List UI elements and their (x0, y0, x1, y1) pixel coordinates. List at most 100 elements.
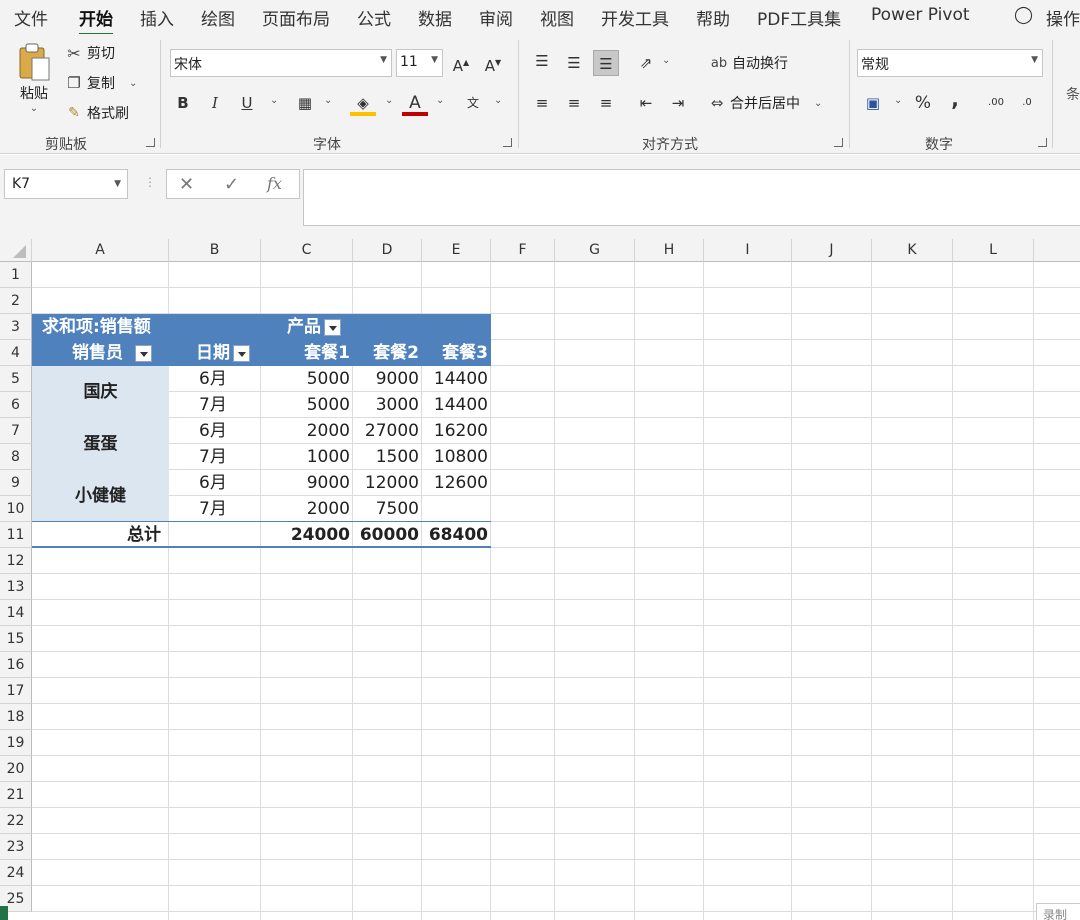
pivot-column-field[interactable]: 产品 (287, 314, 341, 340)
row-header-14[interactable]: 14 (0, 600, 32, 626)
pivot-value-cell[interactable]: 27000 (353, 418, 422, 444)
cancel-icon[interactable]: ✕ (179, 174, 194, 195)
column-header-h[interactable]: H (635, 239, 704, 262)
pivot-date[interactable]: 7月 (199, 392, 227, 418)
enter-icon[interactable]: ✓ (224, 174, 239, 195)
wrap-text-button[interactable]: ab 自动换行 (709, 53, 788, 73)
column-header-d[interactable]: D (353, 239, 422, 262)
column-header-f[interactable]: F (491, 239, 555, 262)
pivot-row-field-date[interactable]: 日期 (196, 340, 250, 366)
tab-formulas[interactable]: 公式 (357, 5, 391, 30)
select-all-corner[interactable] (0, 239, 32, 262)
merge-center-button[interactable]: ⇔ 合并后居中 ⌄ (707, 93, 823, 113)
row-header-21[interactable]: 21 (0, 782, 32, 808)
dialog-launcher-icon[interactable] (503, 138, 512, 147)
name-box[interactable]: K7 ▼ (4, 169, 128, 199)
insert-function-button[interactable]: fx (267, 174, 282, 193)
row-header-9[interactable]: 9 (0, 470, 32, 496)
chevron-down-icon[interactable]: ⌄ (129, 78, 137, 89)
dialog-launcher-icon[interactable] (834, 138, 843, 147)
chevron-down-icon[interactable]: ⌄ (494, 95, 502, 106)
decrease-decimal-icon[interactable]: .0 (1014, 90, 1040, 116)
decrease-font-size-icon[interactable]: A▼ (480, 50, 506, 76)
tab-review[interactable]: 审阅 (479, 5, 513, 30)
pivot-grand-total[interactable]: 24000 (261, 522, 353, 548)
row-header-5[interactable]: 5 (0, 366, 32, 392)
chevron-down-icon[interactable]: ⌄ (324, 95, 332, 106)
row-header-12[interactable]: 12 (0, 548, 32, 574)
row-header-18[interactable]: 18 (0, 704, 32, 730)
row-header-22[interactable]: 22 (0, 808, 32, 834)
lightbulb-icon[interactable]: ◯ (1014, 5, 1033, 25)
row-header-6[interactable]: 6 (0, 392, 32, 418)
orientation-icon[interactable]: ⇗ (633, 50, 659, 76)
column-header-g[interactable]: G (555, 239, 635, 262)
tab-developer[interactable]: 开发工具 (601, 5, 669, 30)
align-left-icon[interactable]: ≡ (529, 90, 555, 116)
filter-dropdown-icon[interactable] (324, 318, 341, 336)
align-top-icon[interactable]: ☰ (529, 48, 555, 74)
tab-insert[interactable]: 插入 (140, 5, 174, 30)
align-right-icon[interactable]: ≡ (593, 90, 619, 116)
percent-style-button[interactable]: % (910, 90, 936, 116)
align-middle-icon[interactable]: ☰ (561, 50, 587, 76)
pivot-date[interactable]: 6月 (199, 418, 227, 444)
pivot-salesperson[interactable]: 国庆 (32, 379, 169, 405)
cut-button[interactable]: ✂ 剪切 (64, 43, 115, 63)
row-header-19[interactable]: 19 (0, 730, 32, 756)
chevron-down-icon[interactable]: ⌄ (385, 95, 393, 106)
comma-style-button[interactable]: , (942, 86, 968, 112)
increase-font-size-icon[interactable]: A▲ (448, 50, 474, 76)
row-header-10[interactable]: 10 (0, 496, 32, 522)
row-header-7[interactable]: 7 (0, 418, 32, 444)
number-format-select[interactable]: 常规 ▼ (857, 49, 1043, 77)
column-header-i[interactable]: I (704, 239, 792, 262)
underline-button[interactable]: U (234, 90, 260, 116)
more-options-icon[interactable]: ⋮ (144, 175, 156, 189)
row-header-13[interactable]: 13 (0, 574, 32, 600)
font-name-select[interactable]: 宋体 ▼ (170, 49, 392, 77)
row-header-3[interactable]: 3 (0, 314, 32, 340)
column-header-k[interactable]: K (872, 239, 953, 262)
italic-button[interactable]: I (202, 90, 228, 116)
pivot-value-cell[interactable]: 5000 (261, 392, 353, 418)
pivot-row-field-salesperson[interactable]: 销售员 (72, 340, 152, 366)
pivot-salesperson[interactable]: 蛋蛋 (32, 431, 169, 457)
pivot-value-cell[interactable]: 10800 (422, 444, 491, 470)
copy-button[interactable]: ❐ 复制 ⌄ (64, 73, 137, 93)
font-size-select[interactable]: 11 ▼ (396, 49, 443, 77)
paste-button[interactable]: 粘贴 ⌄ (16, 42, 52, 114)
tab-file[interactable]: 文件 (14, 5, 48, 30)
accounting-format-icon[interactable]: ▣ (860, 90, 886, 116)
tab-power-pivot[interactable]: Power Pivot (871, 5, 970, 25)
pivot-value-cell[interactable]: 1500 (353, 444, 422, 470)
fill-color-icon[interactable]: ◈ (350, 90, 376, 116)
pivot-date[interactable]: 7月 (199, 444, 227, 470)
column-header-a[interactable]: A (32, 239, 169, 262)
pivot-value-cell[interactable]: 9000 (353, 366, 422, 392)
pivot-value-cell[interactable]: 2000 (261, 496, 353, 522)
pivot-value-cell[interactable]: 3000 (353, 392, 422, 418)
worksheet-grid[interactable]: ABCDEFGHIJKL 1 2 3 4 5 6 7 8 9 10 11 12 13 14 15 16 17 18… (0, 239, 1080, 920)
align-center-icon[interactable]: ≡ (561, 90, 587, 116)
tab-draw[interactable]: 绘图 (201, 5, 235, 30)
row-header-23[interactable]: 23 (0, 834, 32, 860)
pivot-value-cell[interactable]: 9000 (261, 470, 353, 496)
borders-icon[interactable]: ▦ (292, 90, 318, 116)
pivot-value-cell[interactable]: 7500 (353, 496, 422, 522)
row-header-24[interactable]: 24 (0, 860, 32, 886)
row-header-11[interactable]: 11 (0, 522, 32, 548)
row-header-15[interactable]: 15 (0, 626, 32, 652)
increase-decimal-icon[interactable]: .00 (983, 90, 1009, 116)
font-color-icon[interactable]: A (402, 90, 428, 116)
pivot-value-cell[interactable]: 12600 (422, 470, 491, 496)
pivot-value-cell[interactable]: 5000 (261, 366, 353, 392)
pivot-grand-total[interactable]: 68400 (422, 522, 491, 548)
filter-dropdown-icon[interactable] (233, 344, 250, 362)
tab-data[interactable]: 数据 (418, 5, 452, 30)
tab-view[interactable]: 视图 (540, 5, 574, 30)
dialog-launcher-icon[interactable] (1038, 138, 1047, 147)
increase-indent-icon[interactable]: ⇥ (665, 90, 691, 116)
chevron-down-icon[interactable]: ⌄ (270, 95, 278, 106)
tab-pdf-tools[interactable]: PDF工具集 (757, 5, 841, 30)
